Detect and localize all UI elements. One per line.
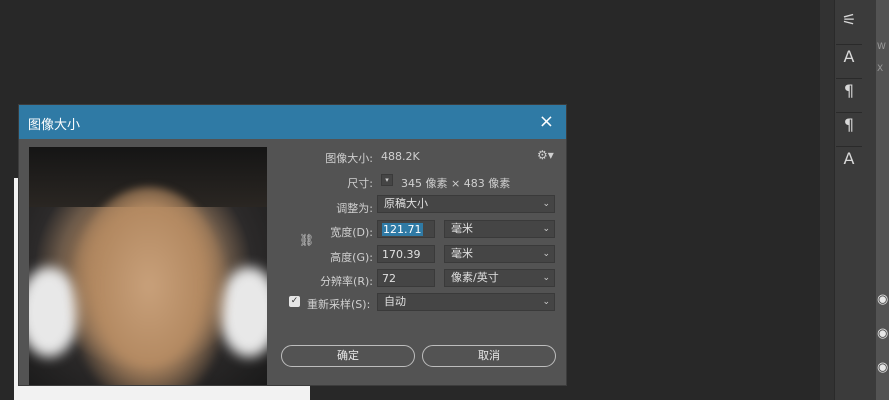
image-preview[interactable] [29, 147, 267, 385]
chevron-down-icon: ⌄ [542, 224, 550, 234]
dimensions-unit-dropdown-icon[interactable]: ▾ [381, 174, 393, 186]
chevron-down-icon: ⌄ [542, 249, 550, 259]
height-label: 高度(G): [330, 251, 373, 264]
height-input[interactable]: 170.39 [377, 245, 435, 263]
text-icon[interactable]: A [836, 146, 862, 171]
close-icon[interactable]: × [539, 111, 554, 132]
character-style-icon[interactable]: A [836, 44, 862, 69]
fit-to-dropdown[interactable]: 原稿大小 ⌄ [377, 195, 555, 213]
resample-checkbox[interactable]: ✓ [289, 296, 300, 307]
visibility-eye-icon[interactable]: ◉ [877, 326, 889, 341]
width-unit-dropdown[interactable]: 毫米 ⌄ [444, 220, 555, 238]
dimensions-label: 尺寸: [347, 177, 373, 190]
ok-button[interactable]: 确定 [281, 345, 415, 367]
sliders-icon[interactable]: ⚟ [836, 8, 862, 32]
chevron-down-icon: ⌄ [542, 297, 550, 307]
resample-label: 重新采样(S): [307, 298, 371, 311]
dialog-title: 图像大小 [28, 118, 81, 133]
image-size-label: 图像大小: [325, 152, 373, 165]
cancel-button[interactable]: 取消 [422, 345, 556, 367]
resolution-unit-value: 像素/英寸 [451, 271, 499, 284]
chevron-down-icon: ⌄ [542, 199, 550, 209]
width-value: 121.71 [382, 223, 423, 236]
width-label: 宽度(D): [330, 226, 373, 239]
height-unit-dropdown[interactable]: 毫米 ⌄ [444, 245, 555, 263]
fit-to-label: 调整为: [336, 202, 373, 215]
width-unit-value: 毫米 [451, 222, 473, 235]
pilcrow-icon[interactable]: ¶ [836, 112, 862, 137]
width-input[interactable]: 121.71 [377, 220, 435, 238]
visibility-eye-icon[interactable]: ◉ [877, 292, 889, 307]
resolution-label: 分辨率(R): [320, 275, 373, 288]
height-value: 170.39 [382, 248, 421, 261]
resample-dropdown[interactable]: 自动 ⌄ [377, 293, 555, 311]
resolution-input[interactable]: 72 [377, 269, 435, 287]
resample-value: 自动 [384, 295, 406, 308]
height-unit-value: 毫米 [451, 247, 473, 260]
preview-face [69, 187, 229, 385]
fit-to-value: 原稿大小 [384, 197, 428, 210]
resolution-unit-dropdown[interactable]: 像素/英寸 ⌄ [444, 269, 555, 287]
paragraph-style-icon[interactable]: ¶ [836, 78, 862, 103]
panel-letter-x: X [877, 64, 884, 74]
image-size-value: 488.2K [381, 150, 420, 163]
dimensions-value: 345 像素 × 483 像素 [401, 177, 511, 190]
gear-icon[interactable]: ⚙▾ [537, 148, 554, 162]
chevron-down-icon: ⌄ [542, 273, 550, 283]
image-size-dialog: 图像大小 × 图像大小: 488.2K ⚙▾ 尺寸: ▾ 345 像素 × 48… [18, 104, 567, 386]
visibility-eye-icon[interactable]: ◉ [877, 360, 889, 375]
panel-letter-w: W [877, 42, 886, 52]
resolution-value: 72 [382, 272, 396, 285]
dialog-titlebar[interactable]: 图像大小 × [19, 105, 566, 139]
